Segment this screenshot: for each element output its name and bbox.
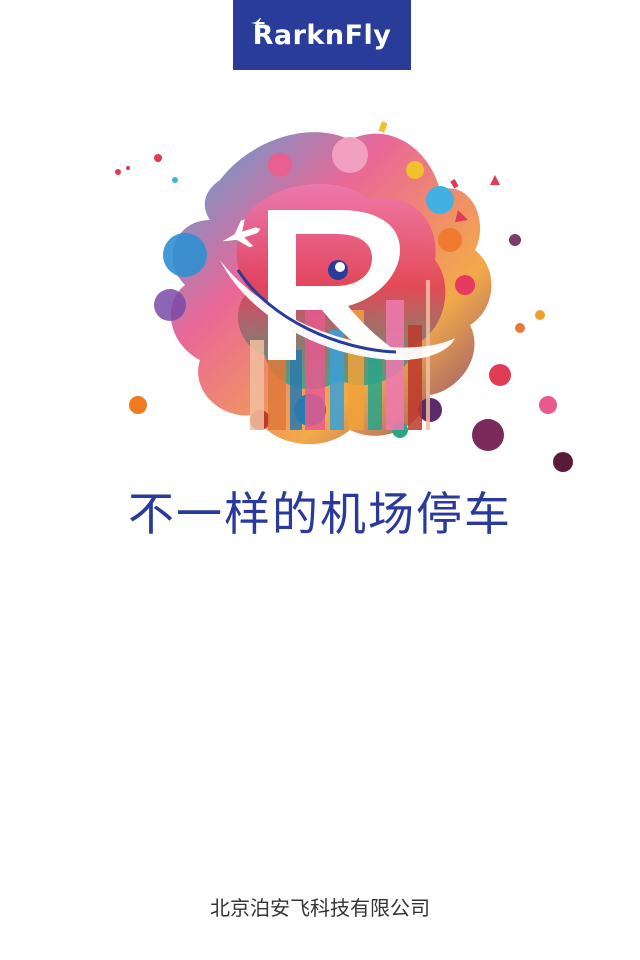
tagline: 不一样的机场停车 <box>128 487 512 541</box>
company-name: 北京泊安飞科技有限公司 <box>210 896 430 920</box>
brand-logo-text: RarknFly <box>252 19 392 51</box>
airplane-icon <box>251 18 265 28</box>
brand-logo-badge: RarknFly <box>233 0 411 70</box>
paint-splash-logo <box>115 121 573 472</box>
splash-screen: RarknFly 不一样的机场停车 北京泊安飞科技有限公司 <box>0 0 640 960</box>
